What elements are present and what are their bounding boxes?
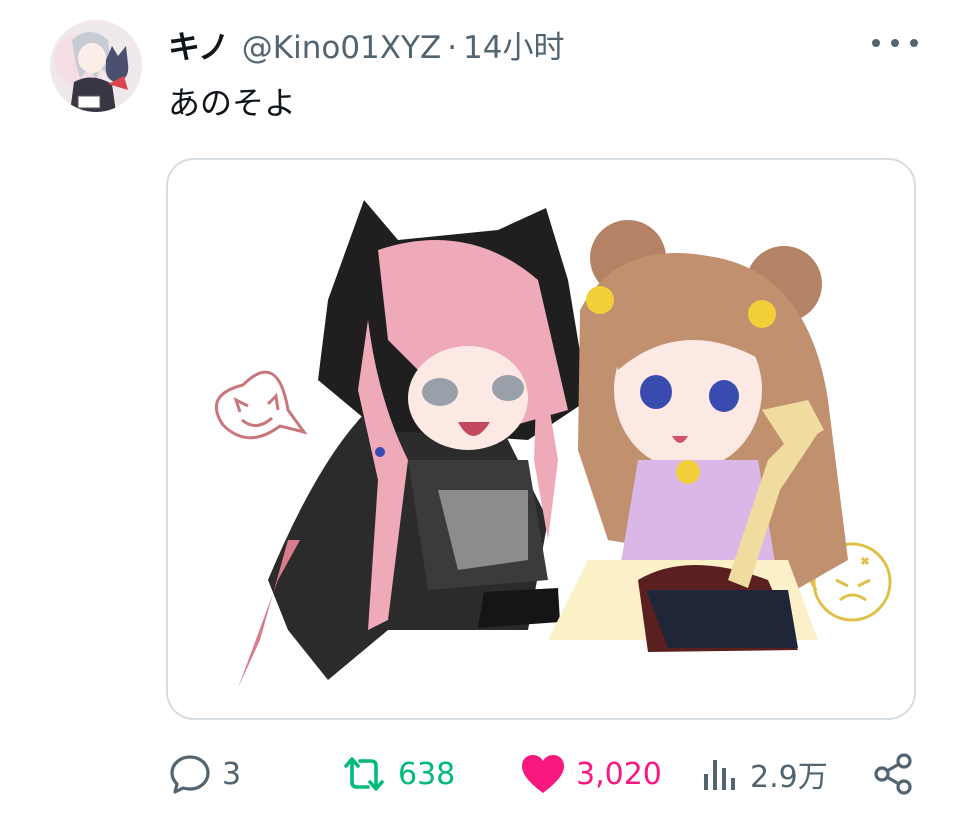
- illustration-two-characters: [214, 200, 892, 688]
- share-button[interactable]: [872, 742, 916, 806]
- views-count: 2.9万: [750, 760, 828, 795]
- retweet-count: 638: [398, 756, 456, 792]
- tweet-media-image[interactable]: [166, 158, 916, 720]
- heart-icon: [522, 755, 564, 793]
- timestamp[interactable]: 14小时: [463, 22, 564, 67]
- separator-dot: ·: [447, 30, 458, 66]
- views-button[interactable]: 2.9万: [700, 742, 828, 806]
- user-handle[interactable]: @Kino01XYZ: [242, 30, 441, 66]
- avatar-image: [50, 20, 142, 112]
- bar-chart-icon: [704, 760, 735, 790]
- like-count: 3,020: [576, 756, 662, 792]
- tweet-text: あのそよ: [168, 84, 297, 122]
- tweet-header: キノ @Kino01XYZ · 14小时: [168, 22, 565, 68]
- left-character: [238, 200, 588, 688]
- cat-face-speech-bubble: [214, 370, 308, 440]
- reply-button[interactable]: 3: [168, 742, 241, 806]
- speech-bubble-icon: [170, 755, 210, 794]
- avatar[interactable]: [50, 20, 142, 112]
- retweet-button[interactable]: 638: [340, 742, 455, 806]
- like-button[interactable]: 3,020: [520, 742, 662, 806]
- more-horizontal-icon[interactable]: [872, 28, 918, 58]
- reply-count: 3: [222, 756, 242, 792]
- tweet-action-bar: 3 638 3,020 2.9万: [0, 742, 960, 812]
- right-character: [548, 220, 848, 652]
- retweet-icon: [344, 757, 384, 791]
- display-name[interactable]: キノ: [168, 22, 230, 68]
- share-icon: [874, 753, 912, 795]
